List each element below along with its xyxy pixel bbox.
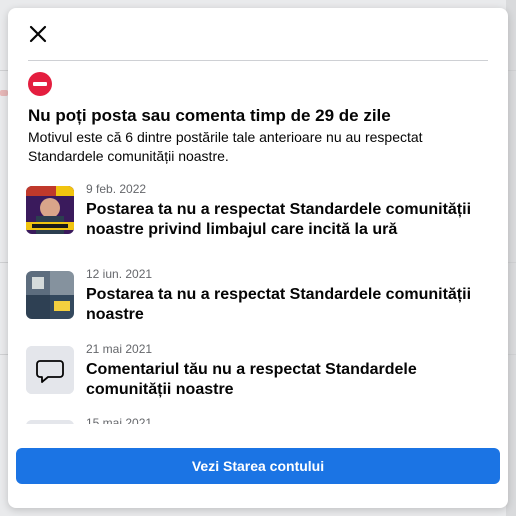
violation-title: Comentariul tău nu a respectat Standarde… <box>86 361 417 398</box>
video-thumbnail <box>26 186 74 234</box>
comment-icon <box>26 420 74 424</box>
violation-item[interactable]: 15 mai 2021 <box>8 412 508 424</box>
violation-date: 21 mai 2021 <box>86 342 153 356</box>
background-element <box>0 90 8 96</box>
violation-item[interactable]: 21 mai 2021 Comentariul tău nu a respect… <box>8 338 508 410</box>
violation-title: Postarea ta nu a respectat Standardele c… <box>86 201 472 238</box>
close-icon <box>29 25 47 43</box>
account-restriction-dialog: Nu poți posta sau comenta timp de 29 de … <box>8 8 508 508</box>
comment-icon <box>26 346 74 394</box>
view-account-status-button[interactable]: Vezi Starea contului <box>16 448 500 484</box>
violation-date: 15 mai 2021 <box>86 416 153 424</box>
header-divider <box>28 60 488 61</box>
restriction-reason: Motivul este că 6 dintre postările tale … <box>28 129 423 164</box>
photo-thumbnail <box>26 271 74 319</box>
violation-title: Postarea ta nu a respectat Standardele c… <box>86 286 472 323</box>
comment-thumbnail <box>26 346 74 394</box>
violation-date: 9 feb. 2022 <box>86 182 147 196</box>
no-entry-icon <box>28 72 52 96</box>
violation-item[interactable]: 12 iun. 2021 Postarea ta nu a respectat … <box>8 263 508 335</box>
comment-thumbnail <box>26 420 74 424</box>
close-button[interactable] <box>26 22 50 46</box>
violation-item[interactable]: 9 feb. 2022 Postarea ta nu a respectat S… <box>8 178 508 250</box>
violations-list[interactable]: 9 feb. 2022 Postarea ta nu a respectat S… <box>8 178 508 424</box>
restriction-headline: Nu poți posta sau comenta timp de 29 de … <box>28 106 391 125</box>
violation-date: 12 iun. 2021 <box>86 267 153 281</box>
